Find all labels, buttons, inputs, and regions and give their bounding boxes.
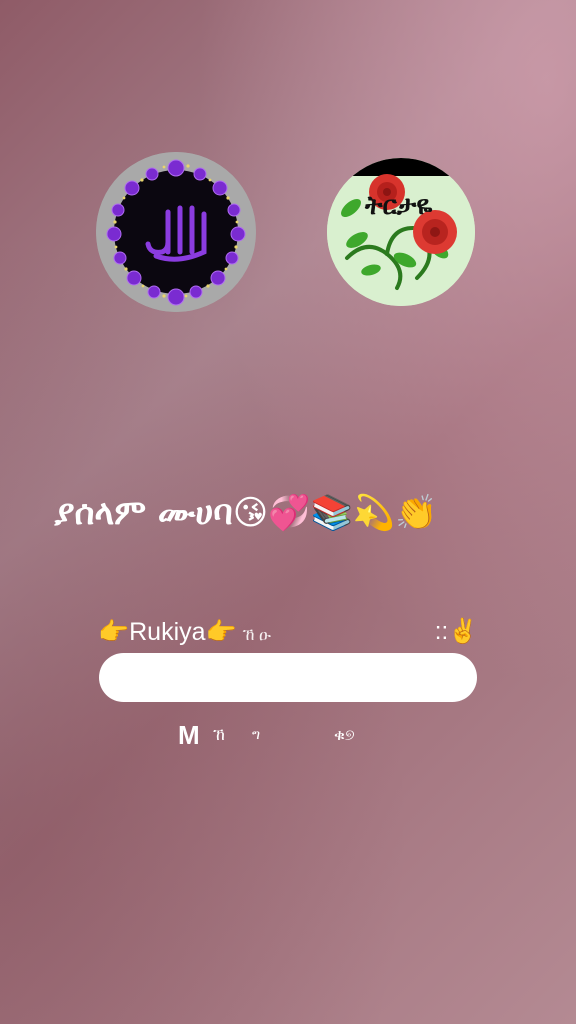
greeting-emojis: 😘💞📚💫👏 [232, 493, 438, 533]
comment-input[interactable] [99, 653, 477, 702]
caption-fragment-3: ቁ୭ [334, 725, 355, 744]
name-right-emoji: ::✌️ [434, 618, 478, 645]
greeting-words: ያሰላም ሙሀባ [54, 493, 233, 533]
name-faint-text: ኸ ዑ [242, 627, 271, 644]
allah-calligraphy-purple-roses-icon [96, 152, 256, 312]
bottom-caption: M ኸ ግ ቁ୭ [178, 718, 438, 752]
avatar-right[interactable]: ትርታዬ [327, 158, 475, 306]
name-row: 👉Rukiya👉 ኸ ዑ ::✌️ [98, 614, 478, 650]
red-roses-icon: ትርታዬ [327, 158, 475, 306]
avatar-right-label: ትርታዬ [364, 191, 432, 221]
caption-letter-m: M [178, 720, 200, 750]
caption-fragment-2: ግ [252, 727, 261, 743]
name-left: 👉Rukiya👉 ኸ ዑ [98, 614, 271, 654]
name-text: 👉Rukiya👉 [98, 618, 237, 646]
caption-fragment-1: ኸ [213, 725, 225, 744]
avatar-left[interactable] [96, 152, 256, 312]
greeting-text: ያሰላም ሙሀባ😘💞📚💫👏 [54, 488, 554, 538]
